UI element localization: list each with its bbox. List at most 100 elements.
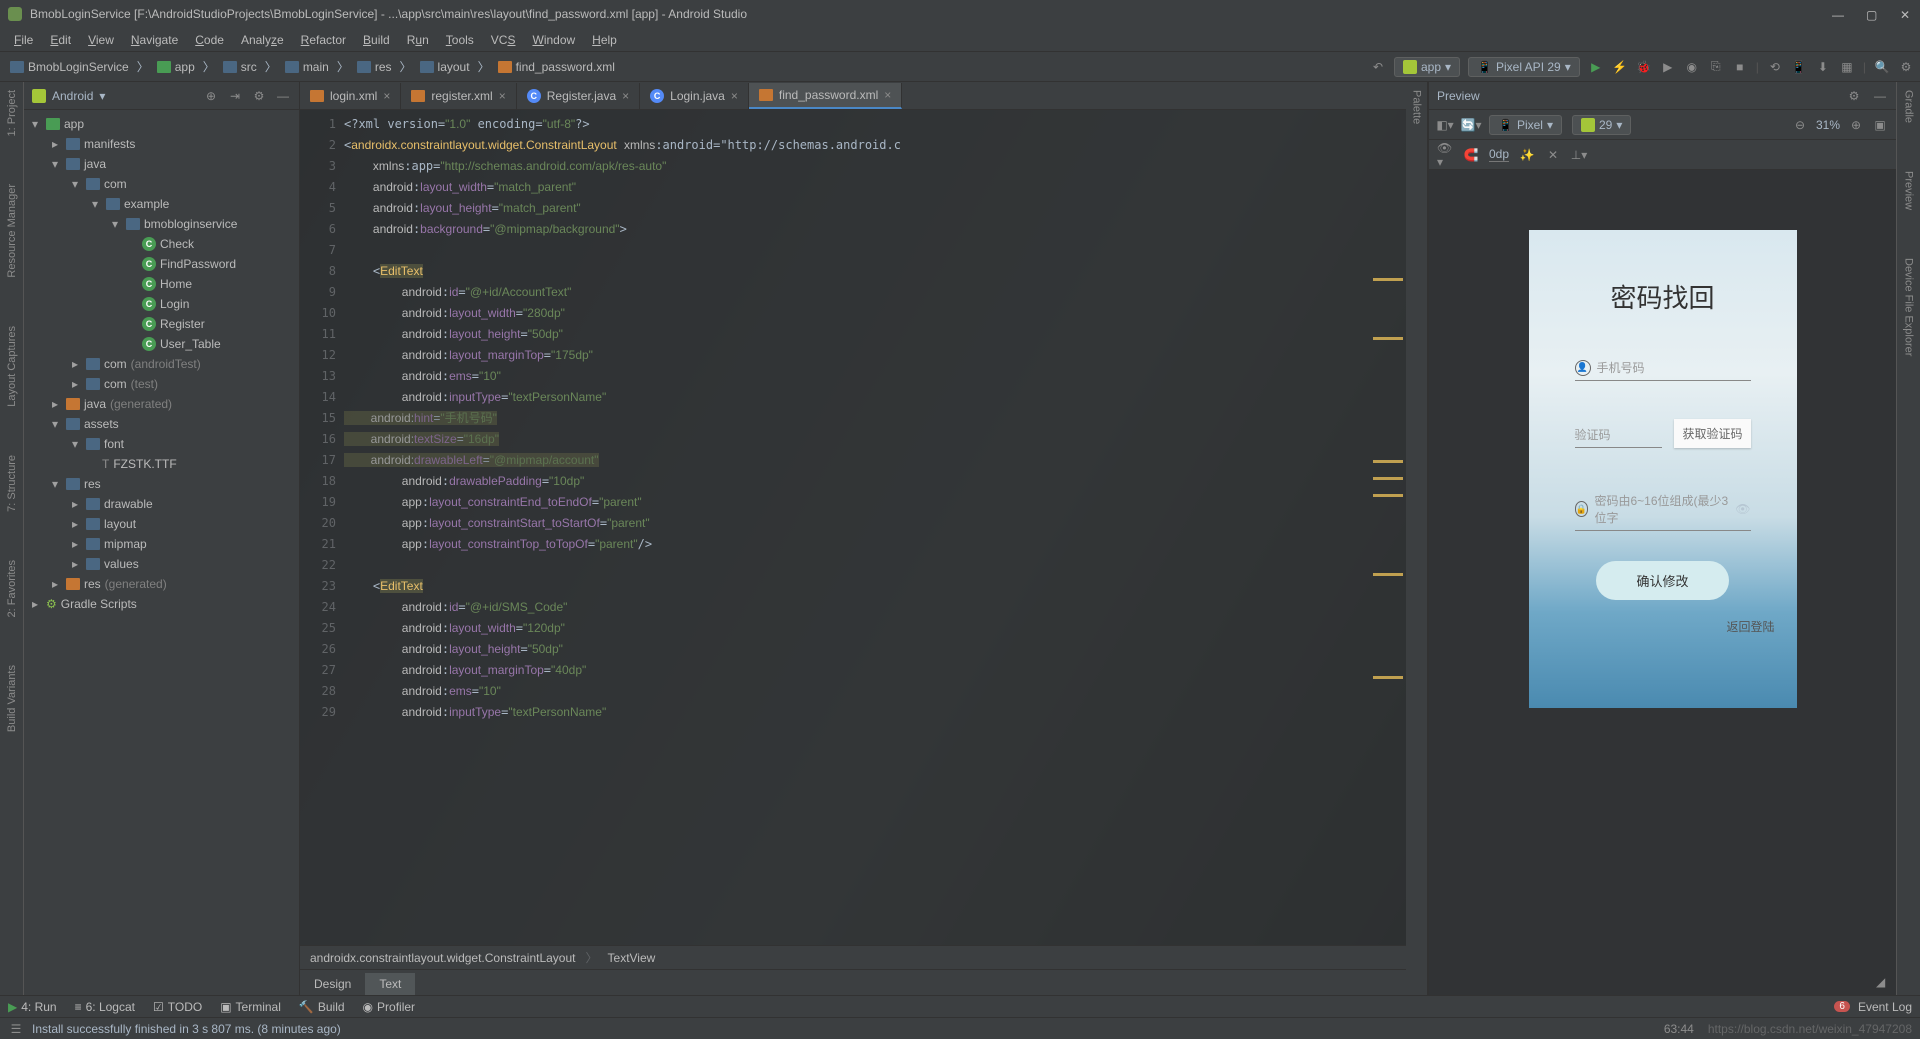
magnet-icon[interactable]: 🧲	[1463, 147, 1479, 163]
project-view-mode[interactable]: Android	[52, 89, 93, 103]
tab-logcat[interactable]: ≡ 6: Logcat	[75, 1000, 135, 1014]
wand-icon[interactable]: ✨	[1519, 147, 1535, 163]
orientation-icon[interactable]: 🔄▾	[1463, 117, 1479, 133]
close-icon[interactable]: ✕	[1900, 8, 1912, 20]
confirm-button[interactable]: 确认修改	[1596, 561, 1728, 600]
menu-edit[interactable]: Edit	[42, 31, 79, 49]
android-icon	[32, 89, 46, 103]
phone-input[interactable]: 👤 手机号码	[1575, 355, 1751, 381]
project-tree[interactable]: ▾app ▸manifests ▾java ▾com ▾example ▾bmo…	[24, 110, 299, 995]
crumb-src[interactable]: src	[219, 58, 261, 76]
caret-position: 63:44	[1664, 1022, 1694, 1036]
menu-run[interactable]: Run	[399, 31, 437, 49]
zoom-in-icon[interactable]: ⊕	[1848, 117, 1864, 133]
back-link[interactable]: 返回登陆	[1726, 618, 1774, 635]
tab-design[interactable]: Design	[300, 973, 365, 995]
crumb-app[interactable]: app	[153, 58, 199, 76]
run-config-dropdown[interactable]: app ▾	[1394, 57, 1460, 77]
tab-find-password-xml[interactable]: find_password.xml×	[749, 83, 902, 109]
sync-icon[interactable]: ⟲	[1767, 59, 1783, 75]
menu-file[interactable]: File	[6, 31, 41, 49]
zoom-fit-icon[interactable]: ▣	[1872, 117, 1888, 133]
apply-changes-icon[interactable]: ⚡	[1612, 59, 1628, 75]
tab-build-variants[interactable]: Build Variants	[4, 661, 20, 736]
menu-analyze[interactable]: Analyze	[233, 31, 292, 49]
back-icon[interactable]: ↶	[1370, 59, 1386, 75]
get-code-button[interactable]: 获取验证码	[1674, 419, 1750, 448]
tab-run[interactable]: ▶4: Run	[8, 1000, 57, 1014]
menu-vcs[interactable]: VCS	[483, 31, 524, 49]
clear-icon[interactable]: ✕	[1545, 147, 1561, 163]
device-dropdown[interactable]: 📱 Pixel API 29 ▾	[1468, 57, 1580, 77]
code-input[interactable]: 验证码	[1575, 422, 1663, 448]
gear-icon[interactable]: ⚙	[251, 88, 267, 104]
crumb-layout[interactable]: layout	[416, 58, 474, 76]
menu-tools[interactable]: Tools	[438, 31, 482, 49]
device-select[interactable]: 📱 Pixel▾	[1489, 115, 1562, 135]
collapse-icon[interactable]: ⇥	[227, 88, 243, 104]
resize-grip-icon[interactable]: ◢	[1876, 975, 1890, 989]
window-title: BmobLoginService [F:\AndroidStudioProjec…	[30, 7, 747, 21]
zoom-out-icon[interactable]: ⊖	[1792, 117, 1808, 133]
breadcrumb-leaf[interactable]: TextView	[608, 951, 656, 965]
preview-gear-icon[interactable]: ⚙	[1846, 88, 1862, 104]
surface-icon[interactable]: ◧▾	[1437, 117, 1453, 133]
menu-window[interactable]: Window	[524, 31, 583, 49]
menu-build[interactable]: Build	[355, 31, 398, 49]
sdk-icon[interactable]: ⬇	[1815, 59, 1831, 75]
crumb-res[interactable]: res	[353, 58, 396, 76]
maximize-icon[interactable]: ▢	[1866, 8, 1878, 20]
tab-build[interactable]: 🔨 Build	[299, 1000, 345, 1014]
crumb-file[interactable]: find_password.xml	[494, 58, 619, 76]
attach-icon[interactable]: ⎘	[1708, 59, 1724, 75]
tab-structure[interactable]: 7: Structure	[4, 451, 20, 516]
tab-favorites[interactable]: 2: Favorites	[4, 556, 20, 621]
settings-icon[interactable]: ⚙	[1898, 59, 1914, 75]
status-icon[interactable]: ☰	[8, 1021, 24, 1037]
dp-value[interactable]: 0dp	[1489, 147, 1509, 162]
api-select[interactable]: 29▾	[1572, 115, 1631, 135]
tab-register-java[interactable]: CRegister.java×	[517, 83, 640, 109]
tab-text[interactable]: Text	[365, 973, 415, 995]
tab-layout-captures[interactable]: Layout Captures	[4, 322, 20, 411]
hide-icon[interactable]: —	[275, 88, 291, 104]
structure-icon[interactable]: ▦	[1839, 59, 1855, 75]
guideline-icon[interactable]: ⊥▾	[1571, 147, 1587, 163]
tab-register-xml[interactable]: register.xml×	[401, 83, 516, 109]
tab-login-java[interactable]: CLogin.java×	[640, 83, 749, 109]
password-input[interactable]: 🔒 密码由6~16位组成(最少3位字	[1575, 488, 1751, 531]
tab-login-xml[interactable]: login.xml×	[300, 83, 401, 109]
menu-view[interactable]: View	[80, 31, 122, 49]
preview-hide-icon[interactable]: —	[1872, 88, 1888, 104]
tab-palette[interactable]: Palette	[1409, 86, 1425, 128]
coverage-icon[interactable]: ▶	[1660, 59, 1676, 75]
menu-navigate[interactable]: Navigate	[123, 31, 186, 49]
menu-help[interactable]: Help	[584, 31, 625, 49]
run-icon[interactable]: ▶	[1588, 59, 1604, 75]
tab-resource-manager[interactable]: Resource Manager	[4, 180, 20, 282]
tab-profiler[interactable]: ◉ Profiler	[363, 1000, 416, 1014]
preview-canvas[interactable]: 密码找回 👤 手机号码 验证码 获取验证码 🔒 密码由6~16位组成(最少3位字…	[1429, 170, 1896, 995]
crumb-project[interactable]: BmobLoginService	[6, 58, 133, 76]
profile-icon[interactable]: ◉	[1684, 59, 1700, 75]
breadcrumb-root[interactable]: androidx.constraintlayout.widget.Constra…	[310, 951, 576, 965]
tab-gradle[interactable]: Gradle	[1901, 86, 1917, 127]
tab-event-log[interactable]: Event Log	[1858, 1000, 1912, 1014]
debug-icon[interactable]: 🐞	[1636, 59, 1652, 75]
code-editor[interactable]: <?xml version="1.0" encoding="utf-8"?> <…	[344, 110, 1370, 945]
tab-terminal[interactable]: ▣ Terminal	[220, 1000, 281, 1014]
crumb-main[interactable]: main	[281, 58, 333, 76]
menu-code[interactable]: Code	[187, 31, 232, 49]
tab-device-explorer[interactable]: Device File Explorer	[1901, 254, 1917, 360]
tab-todo[interactable]: ☑ TODO	[153, 1000, 202, 1014]
search-icon[interactable]: 🔍	[1874, 59, 1890, 75]
tab-preview-right[interactable]: Preview	[1901, 167, 1917, 214]
minimize-icon[interactable]: —	[1832, 8, 1844, 20]
menu-refactor[interactable]: Refactor	[293, 31, 354, 49]
avd-icon[interactable]: 📱	[1791, 59, 1807, 75]
eye-view-icon[interactable]: 👁▾	[1437, 147, 1453, 163]
stop-icon[interactable]: ■	[1732, 59, 1748, 75]
scope-icon[interactable]: ⊕	[203, 88, 219, 104]
preview-title: Preview	[1437, 89, 1480, 103]
tab-project[interactable]: 1: Project	[4, 86, 20, 140]
